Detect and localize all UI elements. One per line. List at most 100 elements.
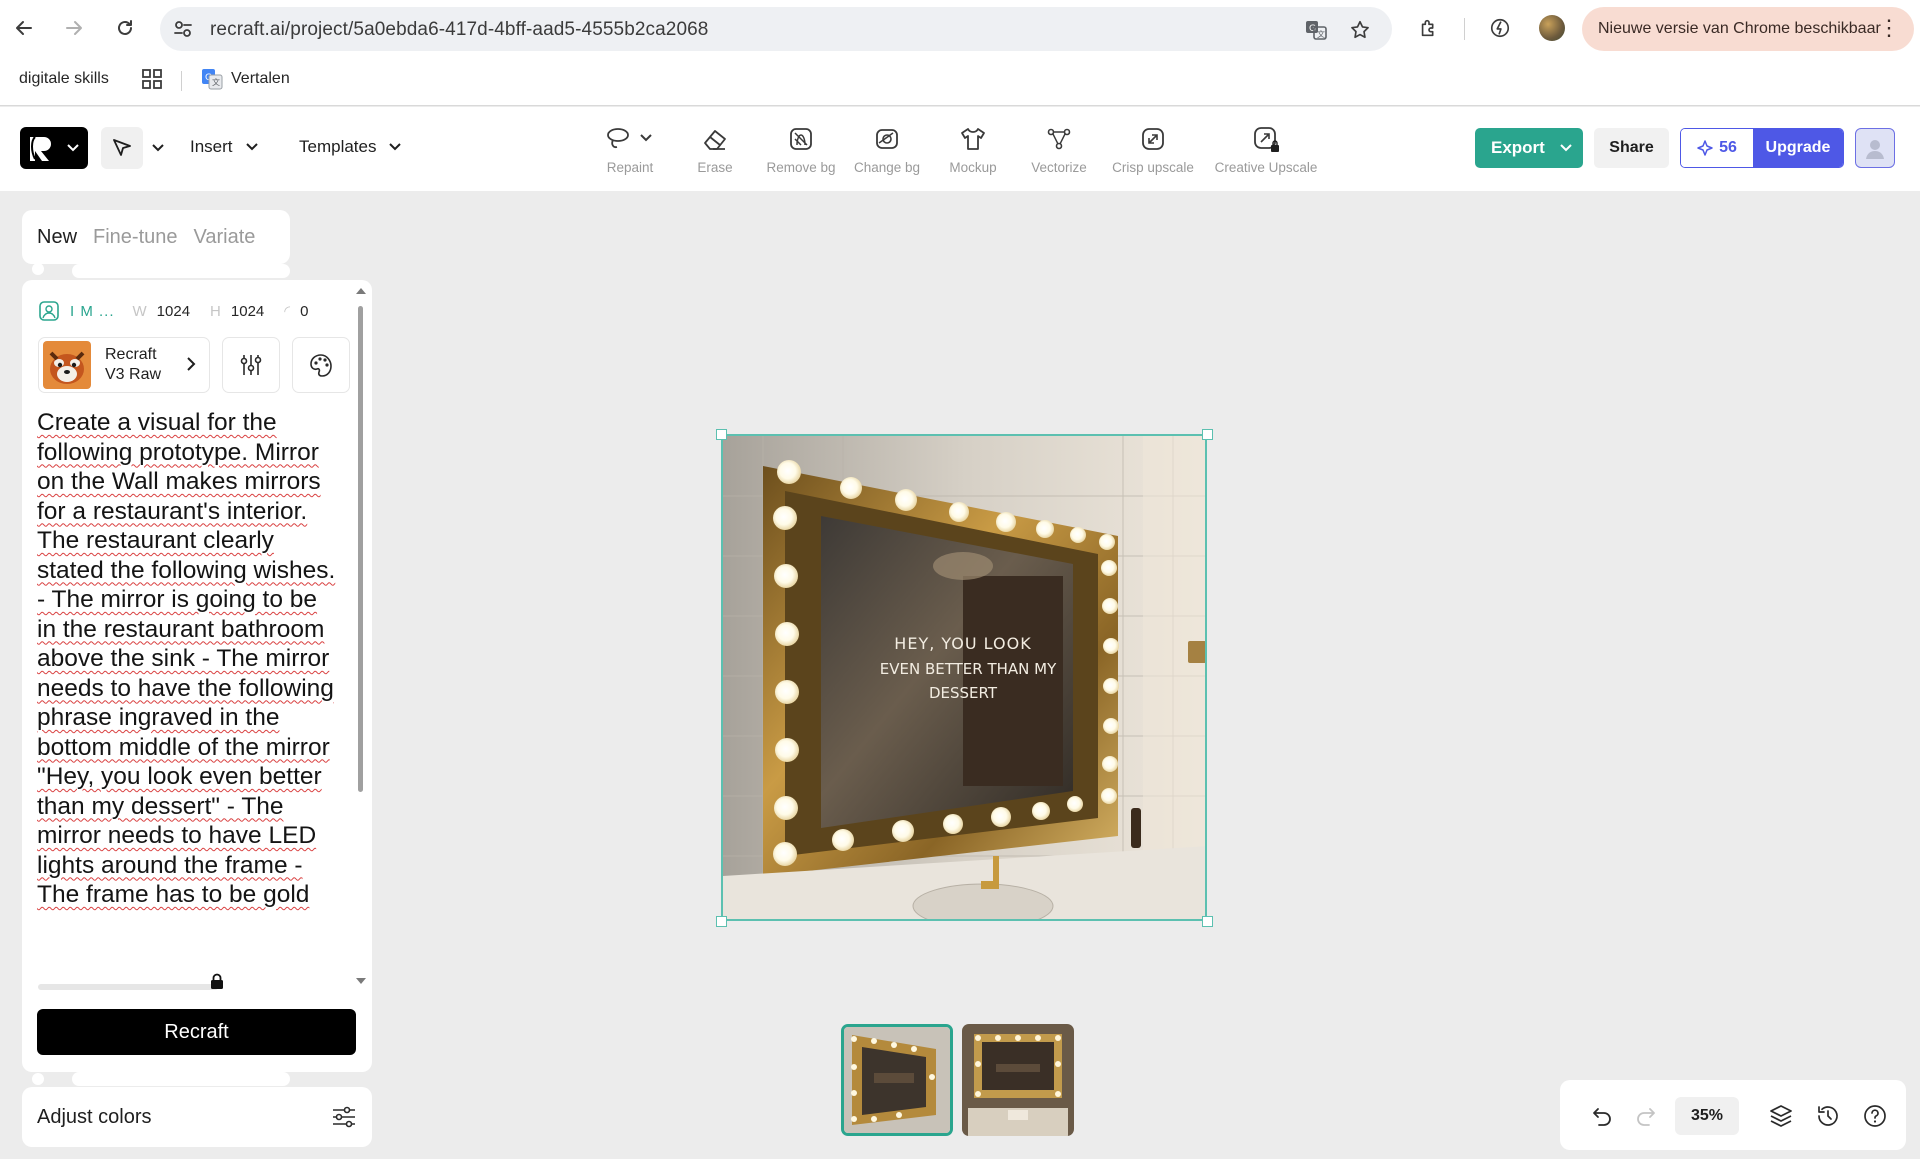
model-selector[interactable]: Recraft V3 Raw: [38, 337, 210, 393]
thumbnail-variant-1[interactable]: [841, 1024, 953, 1136]
scroll-down-icon[interactable]: [354, 976, 368, 986]
adjust-colors-panel[interactable]: Adjust colors: [22, 1087, 372, 1147]
tab-fine-tune[interactable]: Fine-tune: [93, 226, 178, 249]
height-value[interactable]: 1024: [231, 303, 264, 320]
scrollbar-thumb[interactable]: [358, 306, 363, 792]
toolbar-divider: [1464, 18, 1465, 40]
panel-connector-dot: [32, 1073, 44, 1085]
creative-upscale-icon: [1251, 122, 1281, 156]
style-palette-button[interactable]: [292, 337, 350, 393]
update-notice-text: Nieuwe versie van Chrome beschikbaar: [1598, 20, 1881, 37]
svg-text:G: G: [1309, 24, 1316, 34]
eraser-icon: [701, 122, 729, 156]
apps-grid-icon[interactable]: [141, 68, 163, 90]
extensions-puzzle-icon[interactable]: [1413, 12, 1445, 44]
profile-avatar[interactable]: [1536, 12, 1568, 44]
back-arrow-icon[interactable]: [8, 12, 40, 44]
width-label: W: [132, 302, 147, 320]
pointer-icon: [101, 127, 143, 169]
prompt-textarea[interactable]: Create a visual for the following protot…: [37, 408, 337, 910]
share-button[interactable]: Share: [1594, 128, 1669, 168]
panel-connector-dot: [32, 263, 44, 275]
model-settings-button[interactable]: [222, 337, 280, 393]
templates-menu[interactable]: Templates: [299, 137, 402, 157]
image-type-icon[interactable]: [38, 300, 60, 322]
vectorize-label: Vectorize: [1031, 160, 1087, 175]
prompt-scrollbar[interactable]: [354, 286, 368, 986]
svg-text:文: 文: [1317, 29, 1325, 39]
chevron-down-icon: [389, 143, 402, 151]
user-icon: [1866, 140, 1884, 159]
bookmarks-divider: [181, 71, 182, 91]
sliders-icon: [240, 355, 262, 375]
tab-new[interactable]: New: [37, 226, 77, 249]
model-row: Recraft V3 Raw: [38, 337, 350, 393]
image-settings-row: I M ... W 1024 H 1024 ◜ 0: [38, 300, 328, 322]
chevron-down-icon: [67, 144, 79, 152]
prompt-strength-slider[interactable]: [38, 984, 218, 990]
thumbnail-image: [962, 1024, 1074, 1136]
creative-upscale-tool[interactable]: Creative Upscale: [1211, 122, 1321, 175]
chevron-down-icon: [1560, 144, 1572, 152]
credits-button[interactable]: 56: [1681, 129, 1753, 167]
address-bar[interactable]: recraft.ai/project/5a0ebda6-417d-4bff-aa…: [160, 7, 1392, 51]
image-type-label[interactable]: I M ...: [70, 303, 115, 320]
thumbnail-variant-2[interactable]: [962, 1024, 1074, 1136]
more-vert-icon[interactable]: ⋮: [1878, 17, 1900, 39]
mode-tabs: New Fine-tune Variate: [22, 210, 290, 264]
palette-icon: [310, 354, 332, 377]
red-panda-avatar: [43, 341, 91, 389]
change-bg-icon: [873, 122, 901, 156]
upscale-icon: [1139, 122, 1167, 156]
seed-value[interactable]: 0: [300, 303, 308, 320]
chevron-down-icon[interactable]: [151, 143, 165, 153]
redo-icon[interactable]: [1632, 1102, 1660, 1130]
recraft-logo-icon: [30, 136, 51, 161]
zoom-level[interactable]: 35%: [1675, 1097, 1739, 1135]
google-translate-icon: G文: [201, 68, 223, 90]
help-icon[interactable]: [1861, 1102, 1889, 1130]
thumbnail-image: [844, 1027, 950, 1133]
insert-menu[interactable]: Insert: [190, 137, 259, 157]
remove-bg-label: Remove bg: [766, 160, 836, 175]
bookmark-vertalen[interactable]: Vertalen: [231, 70, 290, 88]
chevron-down-icon: [245, 143, 258, 151]
undo-icon[interactable]: [1588, 1102, 1616, 1130]
templates-label: Templates: [299, 137, 377, 156]
performance-icon[interactable]: [1484, 12, 1516, 44]
translate-icon[interactable]: G文: [1303, 17, 1329, 43]
bookmark-digitale-skills[interactable]: digitale skills: [19, 70, 109, 88]
select-tool-button[interactable]: [101, 127, 165, 169]
reload-icon[interactable]: [109, 12, 141, 44]
tshirt-icon: [959, 122, 987, 156]
bookmark-star-icon[interactable]: [1347, 17, 1373, 43]
remove-bg-icon: [787, 122, 815, 156]
generated-image[interactable]: HEY, YOU LOOK EVEN BETTER THAN MY DESSER…: [721, 434, 1207, 921]
adjust-sliders-icon: [333, 1106, 355, 1128]
resize-handle-bottom-right[interactable]: [1202, 916, 1213, 927]
scroll-up-icon[interactable]: [354, 286, 368, 296]
forward-arrow-icon[interactable]: [58, 12, 90, 44]
site-settings-icon[interactable]: [172, 18, 194, 40]
change-bg-label: Change bg: [853, 160, 921, 175]
crisp-upscale-label: Crisp upscale: [1112, 160, 1194, 175]
resize-handle-top-right[interactable]: [1202, 429, 1213, 440]
recraft-logo-menu[interactable]: [20, 127, 88, 169]
app-toolbar: Insert Templates Repaint Erase Remove bg…: [0, 107, 1920, 191]
crisp-upscale-tool[interactable]: Crisp upscale: [1098, 122, 1208, 175]
user-avatar[interactable]: [1855, 128, 1895, 168]
url-text: recraft.ai/project/5a0ebda6-417d-4bff-aa…: [210, 19, 709, 40]
resize-handle-top-left[interactable]: [716, 429, 727, 440]
lock-icon[interactable]: [210, 973, 224, 994]
mockup-label: Mockup: [949, 160, 997, 175]
upgrade-button[interactable]: Upgrade: [1753, 129, 1843, 167]
recraft-generate-button[interactable]: Recraft: [37, 1009, 356, 1055]
export-button[interactable]: Export: [1475, 128, 1583, 168]
erase-label: Erase: [697, 160, 733, 175]
layers-icon[interactable]: [1767, 1102, 1795, 1130]
width-value[interactable]: 1024: [157, 303, 190, 320]
resize-handle-bottom-left[interactable]: [716, 916, 727, 927]
chrome-update-button[interactable]: Nieuwe versie van Chrome beschikbaar ⋮: [1582, 7, 1914, 51]
tab-variate[interactable]: Variate: [194, 226, 256, 249]
history-icon[interactable]: [1814, 1102, 1842, 1130]
